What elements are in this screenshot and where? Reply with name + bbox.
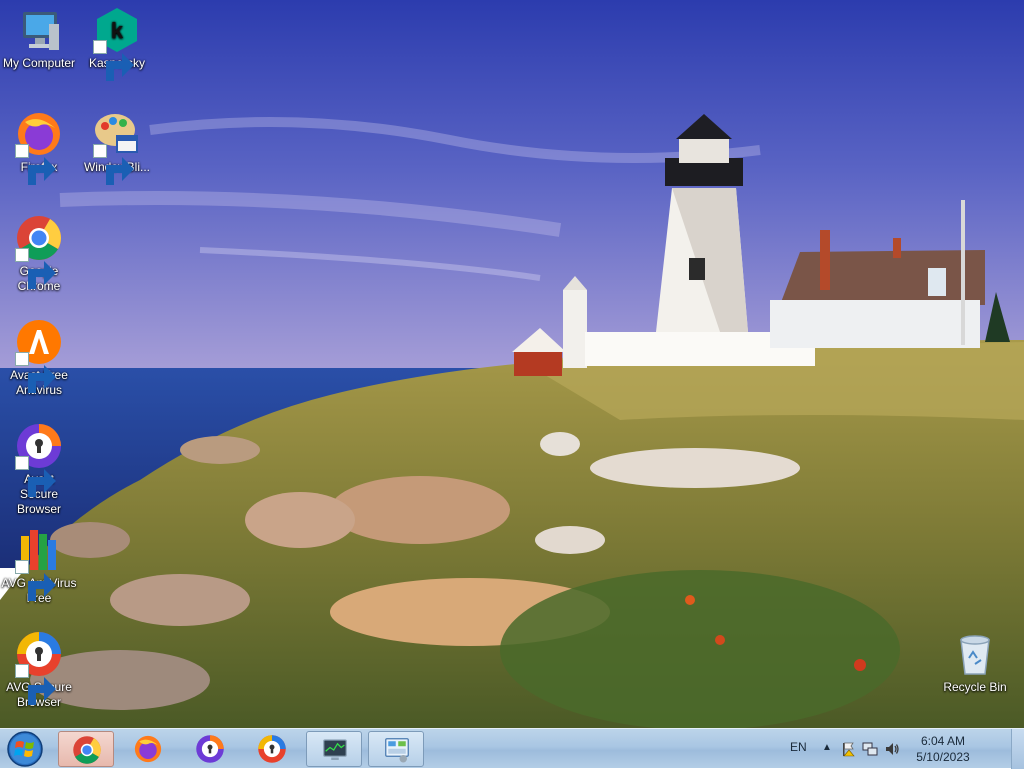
desktop-icon-firefox[interactable]: Firefox	[0, 110, 78, 185]
chrome-icon	[73, 736, 101, 764]
computer-icon	[23, 12, 59, 50]
clock-date: 5/10/2023	[916, 750, 970, 764]
shortcut-arrow-icon	[15, 144, 56, 185]
shortcut-arrow-icon	[15, 560, 56, 601]
desktop-icon-google-chrome[interactable]: Google Chrome	[0, 214, 78, 294]
desktop-icon-avg-secure-browser[interactable]: AVG Secure Browser	[0, 630, 78, 710]
firefox-icon	[134, 735, 162, 763]
taskbar-item-avast-browser[interactable]	[182, 731, 238, 767]
language-indicator[interactable]: EN	[790, 740, 807, 754]
desktop-icon-avast-secure-browser[interactable]: Avast Secure Browser	[0, 422, 78, 517]
avast-browser-icon	[196, 735, 224, 763]
clock[interactable]: 6:04 AM 5/10/2023	[908, 733, 978, 765]
desktop-icon-recycle-bin[interactable]: Recycle Bin	[936, 630, 1014, 695]
system-tray: EN ▲ 6:04 AM 5/10/2023	[790, 729, 1010, 769]
taskbar: EN ▲ 6:04 AM 5/10/2023	[0, 728, 1024, 769]
shortcut-arrow-icon	[15, 664, 56, 705]
taskbar-item-chrome[interactable]	[58, 731, 114, 767]
desktop-icon-windowblinds[interactable]: WindowBli...	[78, 110, 156, 185]
taskbar-item-task-manager[interactable]	[306, 731, 362, 767]
recycle-bin-icon	[960, 635, 990, 675]
start-button[interactable]	[4, 730, 46, 768]
shortcut-arrow-icon	[15, 352, 56, 393]
shortcut-arrow-icon	[15, 248, 56, 289]
show-desktop-button[interactable]	[1011, 729, 1024, 769]
taskbar-item-firefox[interactable]	[120, 731, 176, 767]
network-icon[interactable]	[862, 741, 878, 757]
show-hidden-icons-chevron-icon[interactable]: ▲	[822, 742, 832, 753]
action-center-flag-icon[interactable]	[840, 741, 856, 757]
control-panel-icon	[385, 738, 409, 763]
volume-icon[interactable]	[884, 741, 900, 757]
clock-time: 6:04 AM	[920, 734, 966, 748]
taskbar-item-control-panel[interactable]	[368, 731, 424, 767]
taskbar-item-avg-browser[interactable]	[244, 731, 300, 767]
desktop-icon-avast-free-antivirus[interactable]: Avast Free Antivirus	[0, 318, 78, 398]
svg-text:k: k	[111, 18, 124, 43]
windows-start-icon	[7, 731, 43, 767]
desktop-icon-kaspersky[interactable]: k Kaspersky	[78, 6, 156, 81]
shortcut-arrow-icon	[93, 40, 134, 81]
shortcut-arrow-icon	[15, 456, 56, 497]
desktop-icon-label: Recycle Bin	[943, 680, 1007, 694]
task-manager-icon	[323, 739, 347, 760]
shortcut-arrow-icon	[93, 144, 134, 185]
desktop-icon-my-computer[interactable]: My Computer	[0, 6, 78, 71]
desktop-icon-avg-antivirus-free[interactable]: AVG AntiVirus Free	[0, 526, 78, 606]
desktop-icon-label: My Computer	[2, 56, 76, 70]
avg-browser-icon	[258, 735, 286, 763]
desktop[interactable]: My Computer k Kaspersky Firefox WindowBl…	[0, 0, 1024, 728]
